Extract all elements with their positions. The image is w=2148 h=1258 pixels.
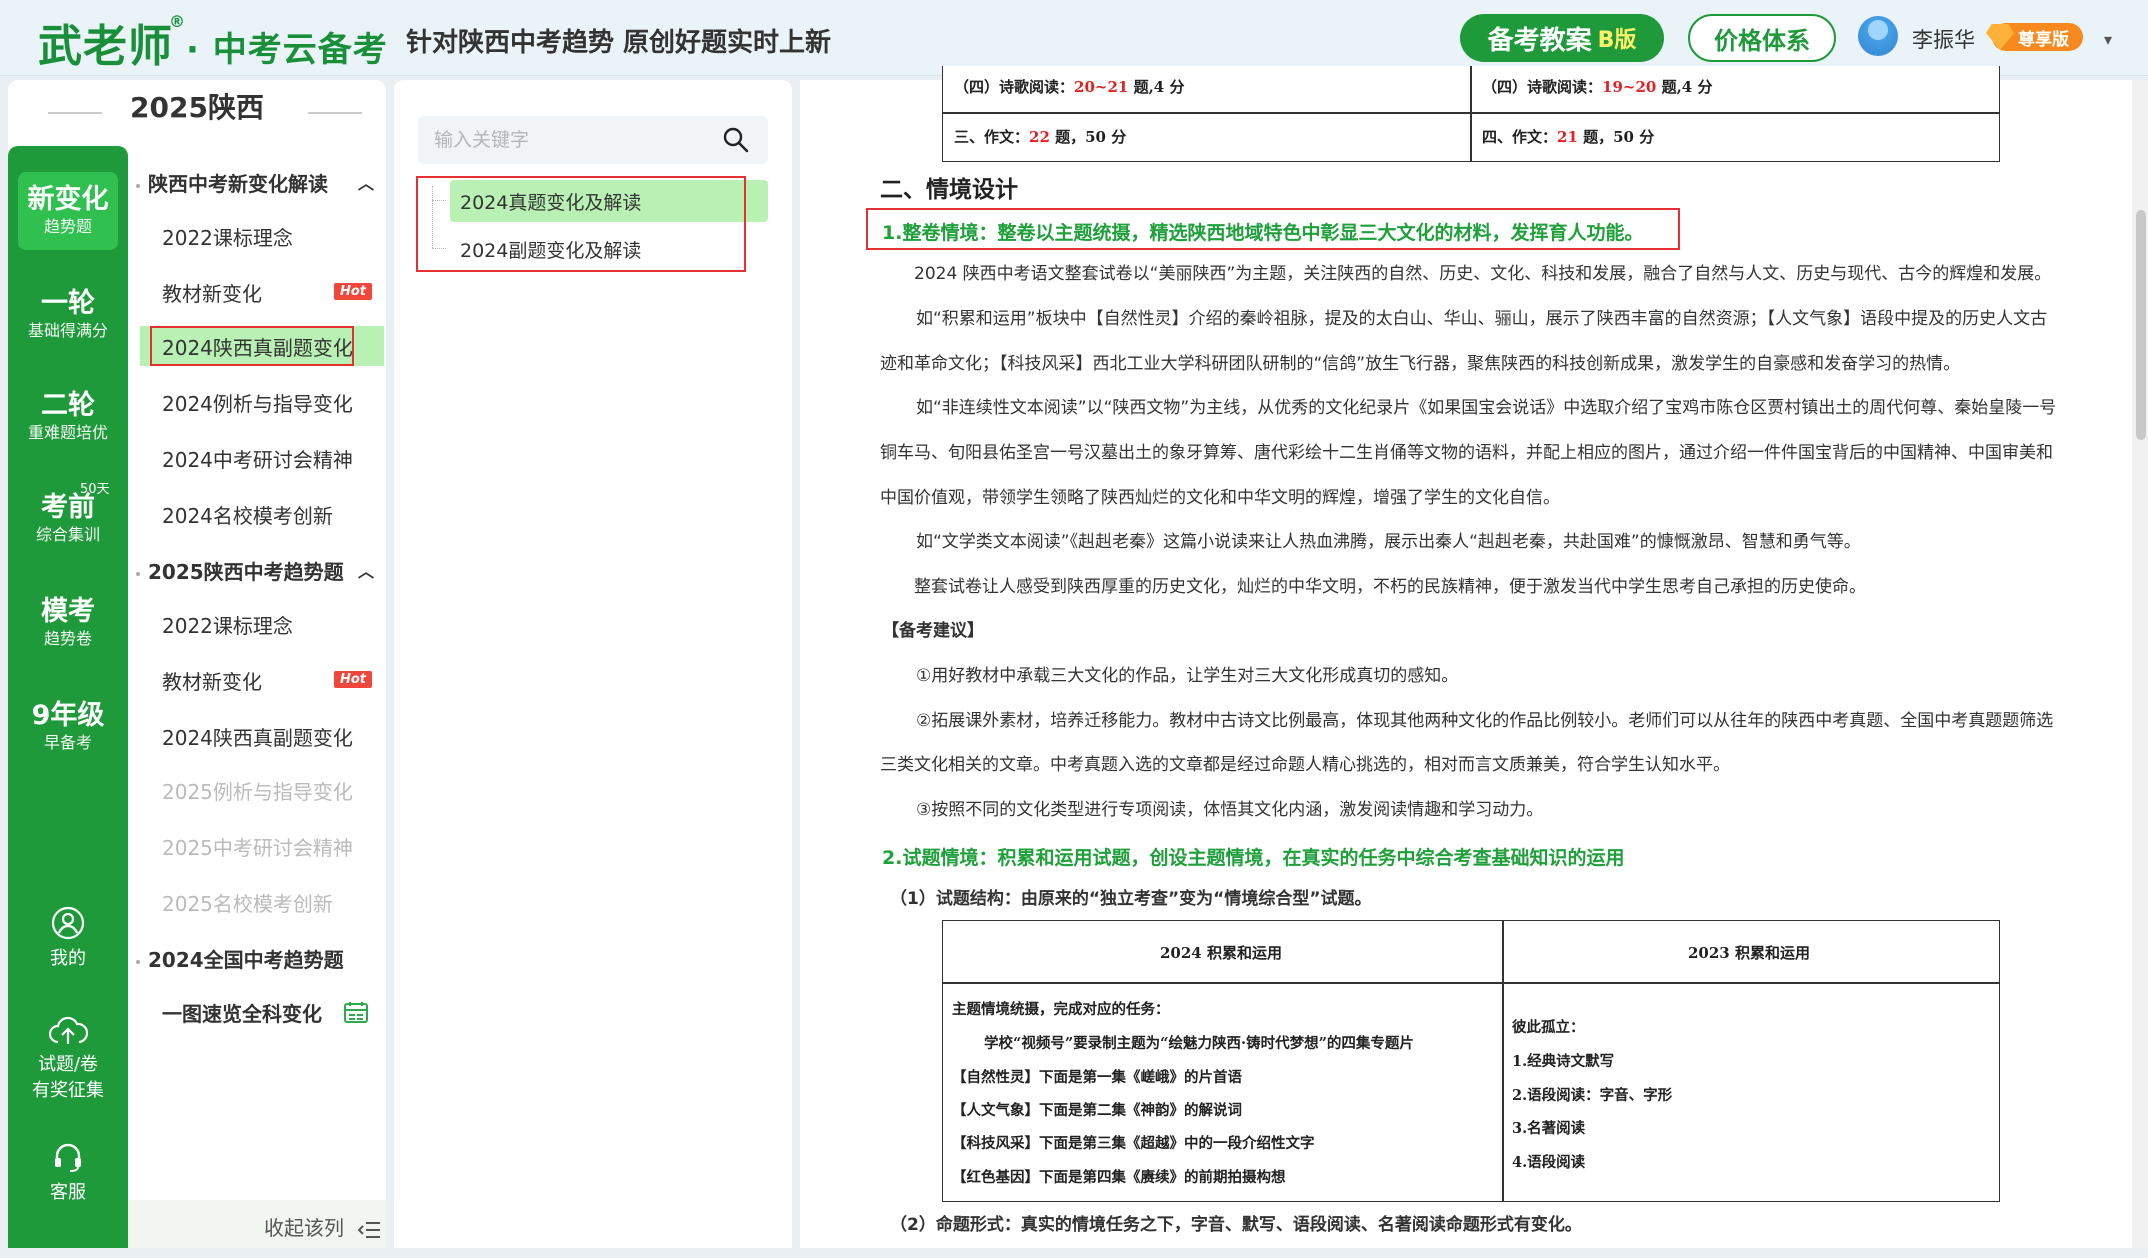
search-icon[interactable] (722, 126, 750, 154)
nav-item[interactable]: 2024中考研讨会精神 (140, 438, 384, 478)
headset-icon (55, 1143, 81, 1172)
collapse-column-button[interactable]: 收起该列 (264, 1212, 381, 1241)
paragraph: 三类文化相关的文章。中考真题入选的文章都是经过命题人精心挑选的，相对而言文质兼美… (880, 755, 1730, 775)
highlight-box (866, 208, 1680, 250)
table-cell: 【自然性灵】下面是第一集《嵯峨》的片首语 (952, 1069, 1242, 1086)
nav-item[interactable]: 2024例析与指导变化 (140, 382, 384, 422)
table-cell: 学校“视频号”要录制主题为“绘魅力陕西·铸时代梦想”的四集专题片 (984, 1035, 1414, 1052)
table-icon (344, 1002, 368, 1023)
table-cell: 主题情境统摄，完成对应的任务： (952, 1001, 1170, 1018)
rail-item-me[interactable]: 我的 (8, 906, 128, 970)
paragraph: ③按照不同的文化类型进行专项阅读，体悟其文化内涵，激发阅读情趣和学习动力。 (916, 800, 1544, 820)
table-cell: （四）诗歌阅读：20~21 题,4 分 (954, 78, 1185, 96)
chevron-up-icon[interactable]: ︿ (358, 558, 374, 582)
rail-item-service[interactable]: 客服 (8, 1140, 128, 1204)
top-bar: 武老师®· 中考云备考 针对陕西中考趋势 原创好题实时上新 备考教案 B版 价格体… (0, 0, 2148, 76)
chevron-up-icon[interactable]: ︿ (358, 170, 374, 194)
nav-item-disabled: 2025名校模考创新 (162, 891, 333, 916)
pricing-button[interactable]: 价格体系 (1688, 14, 1836, 62)
paragraph: （1）试题结构：由原来的“独立考查”变为“情境综合型”试题。 (890, 889, 1372, 909)
table-cell: 四、作文：21 题，50 分 (1482, 128, 1655, 146)
section-heading: 二、情境设计 (880, 177, 1018, 203)
rail-item-reward-collection[interactable]: 试题/卷 有奖征集 (8, 1016, 128, 1104)
bullet (136, 183, 140, 188)
table-divider (942, 982, 2000, 984)
paragraph: ①用好教材中承载三大文化的作品，让学生对三大文化形成真切的感知。 (916, 666, 1459, 686)
table-divider (1502, 920, 1504, 1202)
table-cell: 2.语段阅读：字音、字形 (1512, 1087, 1673, 1104)
cloud-upload-icon (48, 1016, 88, 1044)
table-cell: 1.经典诗文默写 (1512, 1053, 1615, 1070)
avatar[interactable] (1858, 16, 1898, 56)
year-title: 2025陕西 (130, 91, 264, 124)
user-icon (51, 906, 85, 940)
nav-item[interactable]: 2022课标理念 (140, 216, 384, 256)
paragraph: ②拓展课外素材，培养迁移能力。教材中古诗文比例最高，体现其他两种文化的作品比例较… (916, 711, 2054, 731)
collapse-icon (357, 1221, 381, 1238)
search-input[interactable] (434, 126, 714, 154)
highlight-box (150, 326, 354, 366)
table-cell: 彼此孤立： (1512, 1019, 1585, 1036)
hot-badge: Hot (334, 283, 373, 300)
table-cell: 【人文气象】下面是第二集《神韵》的解说词 (952, 1102, 1242, 1119)
table-header: 2023 积累和运用 (1688, 944, 1810, 962)
table-divider (942, 112, 2000, 114)
rail-item-grade-nine[interactable]: 9年级 早备考 (8, 700, 128, 754)
nav-item-disabled: 2025例析与指导变化 (162, 779, 353, 804)
scrollbar-thumb[interactable] (2136, 210, 2146, 440)
advice-title: 【备考建议】 (882, 621, 984, 641)
rail-item-round-two[interactable]: 二轮 重难题培优 (8, 390, 128, 444)
paragraph: 如“文学类文本阅读”《赳赳老秦》这篇小说读来让人热血沸腾，展示出秦人“赳赳老秦，… (916, 532, 1861, 552)
nav-group-shaanxi-changes[interactable]: 陕西中考新变化解读 ︿ (136, 168, 374, 197)
search-box (418, 116, 768, 164)
bullet (136, 571, 140, 576)
table-divider (1470, 66, 1472, 162)
table-cell: 4.语段阅读 (1512, 1154, 1586, 1171)
paragraph: 整套试卷让人感受到陕西厚重的历史文化，灿烂的中华文明，不朽的民族精神，便于激发当… (914, 577, 1866, 597)
paragraph: （2）命题形式：真实的情境任务之下，字音、默写、语段阅读、名著阅读命题形式有变化… (890, 1215, 1582, 1235)
nav-item[interactable]: 2022课标理念 (140, 604, 384, 644)
paragraph: 如“积累和运用”板块中【自然性灵】介绍的秦岭祖脉，提及的太白山、华山、骊山，展示… (916, 309, 2048, 329)
nav-item-disabled: 2025中考研讨会精神 (162, 835, 353, 860)
logo[interactable]: 武老师®· 中考云备考 (38, 10, 388, 74)
user-name[interactable]: 李振华 (1912, 24, 1975, 54)
chevron-down-icon[interactable]: ▾ (2104, 30, 2112, 49)
comparison-table (942, 920, 2000, 1202)
diamond-icon (1986, 24, 2014, 50)
table-header: 2024 积累和运用 (1160, 944, 1282, 962)
lesson-plan-button[interactable]: 备考教案 B版 (1460, 14, 1664, 62)
days-badge: 50天 (80, 482, 110, 497)
table-cell: （四）诗歌阅读：19~20 题,4 分 (1482, 78, 1713, 96)
nav-item[interactable]: 教材新变化 Hot (140, 660, 384, 700)
category-rail: 新变化 趋势题 一轮 基础得满分 二轮 重难题培优 考前 综合集训 模考 趋势卷 9年级早… (8, 146, 128, 1248)
table-cell: 三、作文：22 题，50 分 (954, 128, 1127, 146)
rail-item-mock-exam[interactable]: 模考 趋势卷 (8, 596, 128, 650)
subsection-heading: 2.试题情境：积累和运用试题，创设主题情境，在真实的任务中综合考查基础知识的运用 (882, 847, 1625, 869)
hot-badge: Hot (334, 671, 373, 688)
highlight-box (416, 176, 746, 272)
paragraph: 迹和革命文化；【科技风采】西北工业大学科研团队研制的“信鸽”放生飞行器，聚焦陕西… (880, 354, 1961, 374)
paragraph: 如“非连续性文本阅读”以“陕西文物”为主线，从优秀的文化纪录片《如果国宝会说话》… (916, 398, 2057, 418)
nav-group-2025-trends[interactable]: 2025陕西中考趋势题 ︿ (136, 556, 374, 585)
slogan: 针对陕西中考趋势 原创好题实时上新 (406, 28, 832, 58)
nav-item-overview[interactable]: 一图速览全科变化 (140, 992, 384, 1032)
rail-item-round-one[interactable]: 一轮 基础得满分 (8, 288, 128, 342)
nav-item[interactable]: 2024名校模考创新 (140, 494, 384, 534)
paragraph: 中国价值观，带领学生领略了陕西灿烂的文化和中华文明的辉煌，增强了学生的文化自信。 (880, 488, 1560, 508)
paragraph: 铜车马、旬阳县佑圣宫一号汉墓出土的象牙算筹、唐代彩绘十二生肖俑等文物的语料，并配… (880, 443, 2053, 463)
nav-item[interactable]: 2024陕西真副题变化 (140, 716, 384, 756)
vip-badge: 尊享版 (1986, 23, 2083, 51)
table-cell: 3.名著阅读 (1512, 1120, 1586, 1137)
rail-item-new-changes[interactable]: 新变化 趋势题 (18, 172, 118, 250)
nav-group-national-trends[interactable]: 2024全国中考趋势题 (136, 944, 344, 973)
nav-item[interactable]: 教材新变化 Hot (140, 272, 384, 312)
table-cell: 【红色基因】下面是第四集《赓续》的前期拍摄构想 (952, 1169, 1286, 1186)
rail-item-pre-exam[interactable]: 考前 综合集训 (8, 492, 128, 546)
bullet (136, 959, 140, 964)
table-cell: 【科技风采】下面是第三集《超越》中的一段介绍性文字 (952, 1135, 1315, 1152)
paragraph: 2024 陕西中考语文整套试卷以“美丽陕西”为主题，关注陕西的自然、历史、文化、… (914, 264, 2052, 284)
